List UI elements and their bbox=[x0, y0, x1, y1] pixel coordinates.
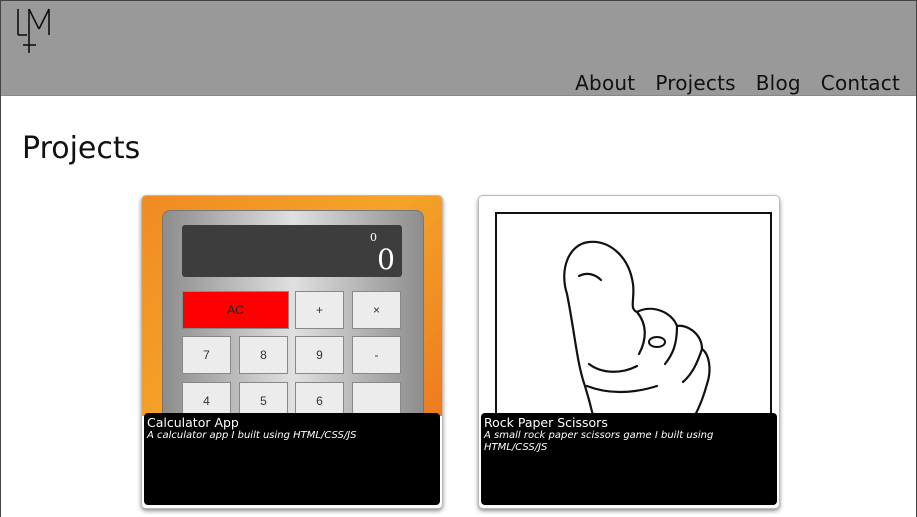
calculator-current-value: 0 bbox=[377, 243, 395, 276]
nav-about-link[interactable]: About bbox=[575, 71, 635, 95]
project-card-calculator[interactable]: 0 0 AC + × 7 8 9 - 4 5 6 Calculator App … bbox=[141, 195, 443, 509]
pointing-hand-icon bbox=[563, 240, 711, 416]
rps-frame bbox=[495, 212, 772, 416]
project-caption: Rock Paper Scissors A small rock paper s… bbox=[481, 413, 777, 505]
calc-key-plus: + bbox=[295, 291, 344, 329]
project-description: A calculator app I built using HTML/CSS/… bbox=[147, 430, 357, 441]
calc-key-4: 4 bbox=[182, 382, 231, 416]
calculator-screen: 0 0 bbox=[182, 225, 402, 277]
page-frame: About Projects Blog Contact Projects 0 0… bbox=[0, 0, 917, 517]
calc-key-ac: AC bbox=[182, 291, 289, 329]
project-title: Calculator App bbox=[147, 415, 239, 430]
site-header: About Projects Blog Contact bbox=[1, 1, 916, 96]
page-title: Projects bbox=[22, 131, 141, 166]
lm-logo-icon[interactable] bbox=[15, 7, 51, 55]
calc-key-minus: - bbox=[352, 336, 401, 374]
project-description: A small rock paper scissors game I built… bbox=[484, 430, 714, 453]
main-nav: About Projects Blog Contact bbox=[575, 71, 900, 95]
calc-key-6: 6 bbox=[295, 382, 344, 416]
project-title: Rock Paper Scissors bbox=[484, 415, 608, 430]
nav-contact-link[interactable]: Contact bbox=[821, 71, 900, 95]
calc-key-multiply: × bbox=[352, 291, 401, 329]
calc-key-9: 9 bbox=[295, 336, 344, 374]
nav-projects-link[interactable]: Projects bbox=[655, 71, 735, 95]
project-card-rock-paper-scissors[interactable]: Rock Paper Scissors A small rock paper s… bbox=[478, 195, 780, 509]
calc-key-5: 5 bbox=[239, 382, 288, 416]
nav-blog-link[interactable]: Blog bbox=[756, 71, 801, 95]
project-caption: Calculator App A calculator app I built … bbox=[144, 413, 440, 505]
rps-thumbnail bbox=[479, 196, 779, 416]
calc-key-blank bbox=[352, 382, 401, 416]
calculator-thumbnail: 0 0 AC + × 7 8 9 - 4 5 6 bbox=[142, 196, 442, 416]
calc-key-7: 7 bbox=[182, 336, 231, 374]
calc-key-8: 8 bbox=[239, 336, 288, 374]
calculator-body: 0 0 AC + × 7 8 9 - 4 5 6 bbox=[162, 210, 424, 416]
calculator-previous-value: 0 bbox=[370, 231, 377, 244]
